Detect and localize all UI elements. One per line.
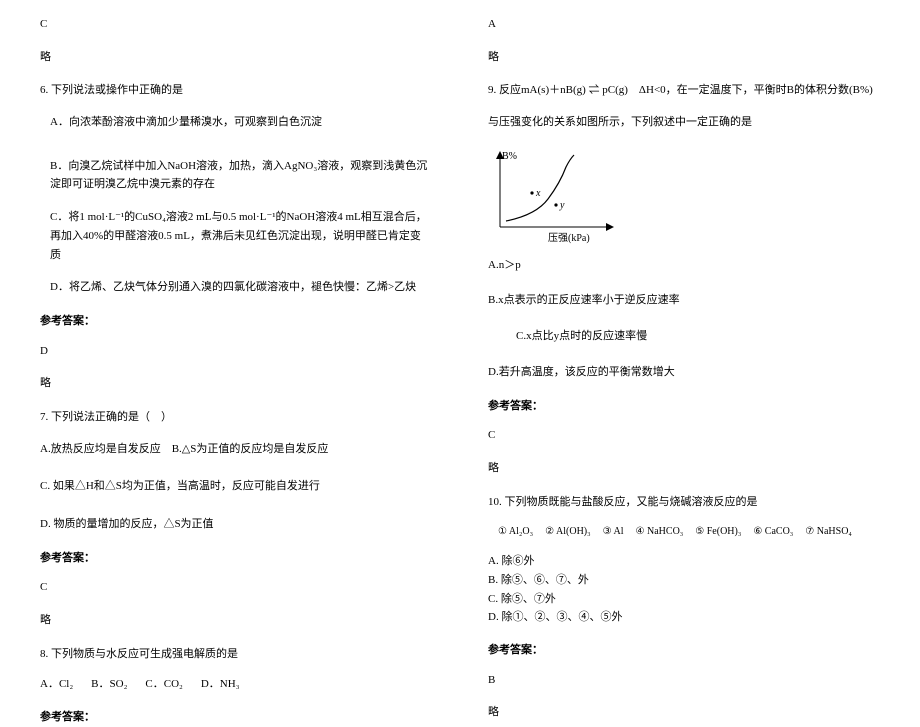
- q7-ans: C: [40, 578, 430, 597]
- q10-stem: 10. 下列物质既能与盐酸反应，又能与烧碱溶液反应的是: [488, 493, 885, 512]
- q5-skip: 略: [40, 48, 430, 67]
- q10-o5: ⑤ Fe(OH)₃: [695, 523, 741, 540]
- q9-skip: 略: [488, 459, 885, 478]
- q7-ans-label: 参考答案：: [40, 549, 430, 568]
- q5-answer: C: [40, 15, 430, 34]
- q10-o7: ⑦ NaHSO₄: [805, 523, 852, 540]
- q6-optA: A．向浓苯酚溶液中滴加少量稀溴水，可观察到白色沉淀: [50, 113, 430, 132]
- q7-optA: A.放热反应均是自发反应: [40, 443, 161, 455]
- q9-stem2: 与压强变化的关系如图所示，下列叙述中一定正确的是: [488, 113, 885, 132]
- q7-optB: B.△S为正值的反应均是自发反应: [172, 443, 329, 455]
- q6-stem: 6. 下列说法或操作中正确的是: [40, 81, 430, 100]
- q10-optC: C. 除⑤、⑦外: [488, 590, 678, 609]
- q10-o6: ⑥ CaCO₃: [753, 523, 793, 540]
- q9-optD: D.若升高温度，该反应的平衡常数增大: [488, 363, 885, 382]
- right-column: A 略 9. 反应mA(s)＋nB(g) ⇌ pC(g) ΔH<0，在一定温度下…: [460, 0, 920, 651]
- q8-options: A．Cl₂ B．SO₂ C．CO₂ D．NH₃: [40, 675, 430, 694]
- chart-xlabel: 压强(kPa): [548, 232, 590, 244]
- q10-skip: 略: [488, 703, 885, 722]
- chart-svg: x y B% 压强(kPa): [488, 149, 628, 244]
- q10-o3: ③ Al: [603, 523, 624, 540]
- q9-optB: B.x点表示的正反应速率小于逆反应速率: [488, 291, 885, 310]
- q10-optA: A. 除⑥外: [488, 552, 678, 571]
- q10-ans-label: 参考答案：: [488, 641, 885, 660]
- q9-ans-label: 参考答案：: [488, 397, 885, 416]
- q10-optD: D. 除①、②、③、④、⑤外: [488, 608, 678, 627]
- q6-skip: 略: [40, 374, 430, 393]
- q7-skip: 略: [40, 611, 430, 630]
- chart-point-y: y: [559, 200, 565, 211]
- q8-optB: B．SO₂: [91, 675, 127, 694]
- q6-ans: D: [40, 342, 430, 361]
- q9-ans: C: [488, 426, 885, 445]
- q7-optC: C. 如果△H和△S均为正值，当高温时，反应可能自发进行: [40, 477, 430, 496]
- chart-point-x: x: [535, 188, 541, 199]
- q8-ans: A: [488, 15, 885, 34]
- q8-skip: 略: [488, 48, 885, 67]
- q10-ans: B: [488, 671, 885, 690]
- q10-o4: ④ NaHCO₃: [636, 523, 684, 540]
- q9-stem1: 9. 反应mA(s)＋nB(g) ⇌ pC(g) ΔH<0，在一定温度下，平衡时…: [488, 81, 885, 100]
- q10-nums: ① Al₂O₃ ② Al(OH)₃ ③ Al ④ NaHCO₃ ⑤ Fe(OH)…: [498, 523, 885, 540]
- q9-optA: A.n＞p: [488, 256, 885, 275]
- q6-optC: C．将1 mol·L⁻¹的CuSO₄溶液2 mL与0.5 mol·L⁻¹的NaO…: [50, 208, 430, 264]
- q10-o2: ② Al(OH)₃: [545, 523, 591, 540]
- q7-optD: D. 物质的量增加的反应，△S为正值: [40, 515, 430, 534]
- q9-optC: C.x点比y点时的反应速率慢: [516, 327, 885, 346]
- q10-o1: ① Al₂O₃: [498, 523, 533, 540]
- q8-ans-label: 参考答案：: [40, 708, 430, 727]
- q8-optA: A．Cl₂: [40, 675, 73, 694]
- q6-optD: D．将乙烯、乙炔气体分别通入溴的四氯化碳溶液中，褪色快慢：乙烯>乙炔: [50, 278, 430, 297]
- q7-stem: 7. 下列说法正确的是（ ）: [40, 408, 430, 427]
- chart-ylabel: B%: [502, 151, 517, 162]
- q9-chart: x y B% 压强(kPa): [488, 149, 885, 244]
- q10-optB: B. 除⑤、⑥、⑦、外: [488, 571, 678, 590]
- q6-optB: B．向溴乙烷试样中加入NaOH溶液，加热，滴入AgNO₃溶液，观察到浅黄色沉淀即…: [50, 157, 430, 194]
- q8-optD: D．NH₃: [201, 675, 240, 694]
- q6-ans-label: 参考答案：: [40, 312, 430, 331]
- q8-optC: C．CO₂: [145, 675, 182, 694]
- left-column: C 略 6. 下列说法或操作中正确的是 A．向浓苯酚溶液中滴加少量稀溴水，可观察…: [0, 0, 460, 651]
- q8-stem: 8. 下列物质与水反应可生成强电解质的是: [40, 645, 430, 664]
- q10-abcd: A. 除⑥外 B. 除⑤、⑥、⑦、外 C. 除⑤、⑦外 D. 除①、②、③、④、…: [488, 552, 885, 627]
- q7-optAB: A.放热反应均是自发反应 B.△S为正值的反应均是自发反应: [40, 440, 430, 459]
